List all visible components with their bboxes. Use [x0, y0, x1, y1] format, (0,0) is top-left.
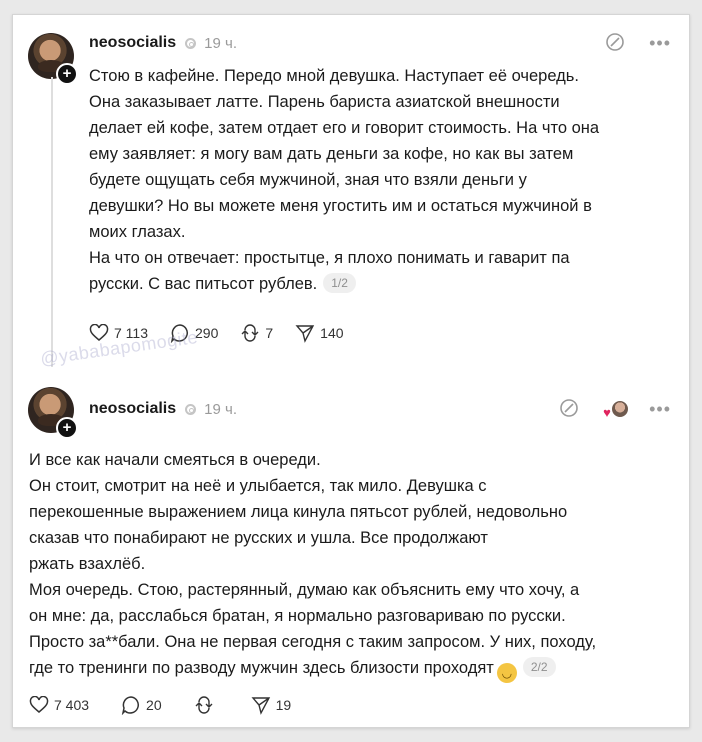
heart-icon: ♥	[603, 405, 611, 420]
comment-icon	[121, 696, 140, 715]
more-icon[interactable]: •••	[649, 33, 671, 54]
post-1: + neosocialis 19 ч. ••• Стою в кафейне. …	[13, 15, 689, 375]
repost-icon	[241, 324, 259, 342]
post-header: neosocialis 19 ч.	[89, 397, 237, 421]
post-counter: 2/2	[522, 657, 556, 677]
repost-count: 7	[265, 325, 274, 341]
share-count: 19	[275, 697, 292, 713]
timestamp[interactable]: 19 ч.	[204, 401, 237, 418]
post-text-body: И все как начали смеяться в очереди. Он …	[29, 451, 597, 677]
post-text: Стою в кафейне. Передо мной девушка. Нас…	[89, 63, 679, 297]
avatar[interactable]: +	[28, 387, 78, 439]
post-actions: ♥ •••	[559, 397, 671, 421]
heart-icon	[29, 696, 49, 713]
reaction-avatar-photo	[611, 400, 630, 418]
thread-connector	[51, 77, 53, 367]
post-2: + neosocialis 19 ч. ♥ ••• И все как нача…	[13, 375, 689, 727]
username[interactable]: neosocialis	[89, 34, 176, 52]
laughing-emoji-icon: ◡	[496, 663, 517, 683]
share-button[interactable]: 140	[295, 323, 344, 343]
send-icon	[251, 697, 270, 715]
send-icon	[295, 325, 315, 343]
reply-button[interactable]: 20	[121, 695, 162, 715]
reply-count: 20	[146, 697, 162, 713]
post-text: И все как начали смеяться в очереди. Он …	[29, 447, 679, 683]
more-icon[interactable]: •••	[649, 399, 671, 420]
pencil-circle-icon[interactable]	[605, 32, 625, 55]
timestamp[interactable]: 19 ч.	[204, 35, 237, 52]
post-header: neosocialis 19 ч.	[89, 31, 237, 55]
share-count: 140	[320, 325, 344, 341]
post-stats: 7 403 20 19	[29, 695, 313, 715]
post-actions: •••	[605, 31, 671, 55]
post-counter: 1/2	[323, 273, 356, 293]
pencil-circle-icon[interactable]	[559, 398, 579, 421]
repost-icon	[195, 696, 213, 714]
username[interactable]: neosocialis	[89, 400, 176, 418]
liked-by-avatar[interactable]: ♥	[603, 400, 630, 420]
like-count: 7 403	[54, 697, 90, 713]
repost-button[interactable]: 7	[240, 323, 273, 343]
follow-plus-icon[interactable]: +	[56, 63, 78, 85]
like-button[interactable]: 7 403	[29, 696, 89, 714]
thread-card: + neosocialis 19 ч. ••• Стою в кафейне. …	[12, 14, 690, 728]
ring-icon	[185, 403, 197, 415]
share-button[interactable]: 19	[251, 695, 292, 715]
follow-plus-icon[interactable]: +	[56, 417, 78, 439]
ring-icon	[185, 37, 197, 49]
reply-count: 290	[195, 325, 219, 341]
repost-button[interactable]	[194, 695, 219, 715]
post-text-body: Стою в кафейне. Передо мной девушка. Нас…	[89, 67, 600, 293]
avatar[interactable]: +	[28, 33, 78, 85]
